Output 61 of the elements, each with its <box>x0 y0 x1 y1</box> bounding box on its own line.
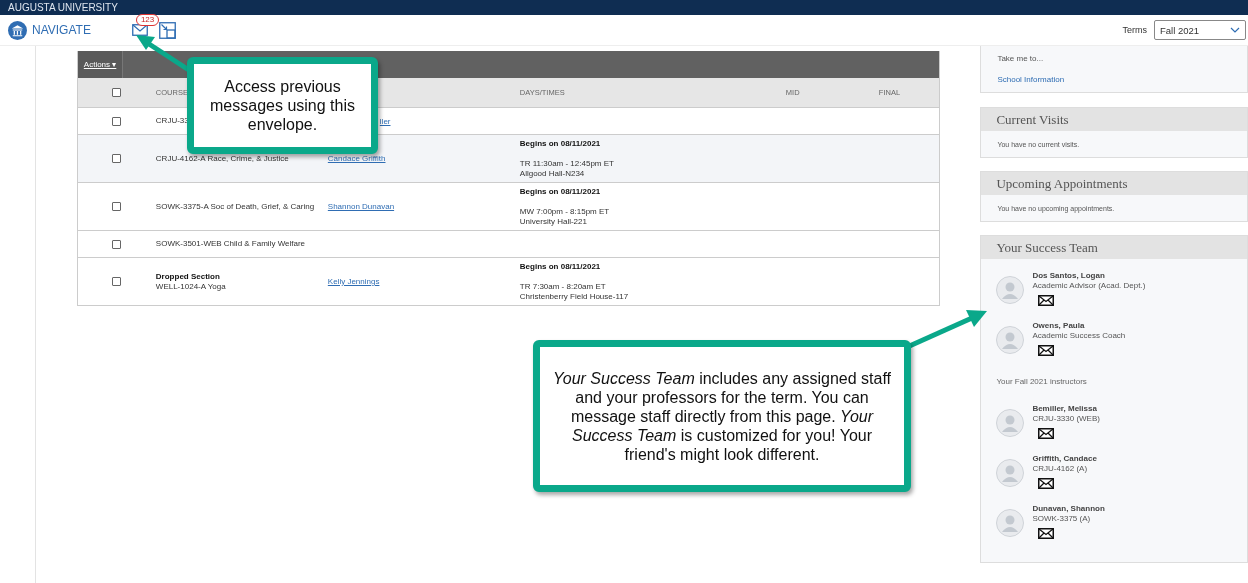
avatar-icon <box>996 409 1025 437</box>
panel-title: Upcoming Appointments <box>996 175 1128 192</box>
school-information-link[interactable]: School Information <box>997 75 1247 84</box>
chevron-down-icon <box>1230 27 1240 33</box>
select-all-checkbox[interactable] <box>112 88 122 97</box>
instructor-link[interactable]: Candace Griffith <box>327 154 386 163</box>
course-name: SOWK-3501-WEB Child & Family Welfare <box>155 239 306 249</box>
panel-title: Your Success Team <box>996 239 1098 256</box>
panel-title: Current Visits <box>996 111 1069 128</box>
avatar-icon <box>996 509 1025 537</box>
instructor-link[interactable]: Shannon Dunavan <box>327 202 395 211</box>
meeting-time: MW 7:00pm - 8:15pm ET <box>519 207 610 217</box>
avatar-icon <box>996 459 1025 487</box>
member-name: Griffith, Candace <box>1032 454 1097 464</box>
instructor-link[interactable]: Kelly Jennings <box>327 277 380 286</box>
member-role: SOWK-3375 (A) <box>1032 514 1092 524</box>
meeting-time: TR 11:30am - 12:45pm ET <box>519 159 614 169</box>
logo-icon <box>8 20 27 40</box>
mail-icon[interactable] <box>1038 428 1055 439</box>
actions-menu[interactable]: Actions ▾ <box>77 51 124 78</box>
message-count-badge: 123 <box>135 14 160 26</box>
mail-icon[interactable] <box>1038 478 1055 489</box>
member-name: Bemiller, Melissa <box>1032 404 1098 414</box>
section-status: Dropped Section <box>155 271 220 282</box>
member-role: CRJU-4162 (A) <box>1032 464 1089 474</box>
row-checkbox[interactable] <box>112 154 122 163</box>
row-checkbox[interactable] <box>112 202 122 211</box>
member-name: Dos Santos, Logan <box>1032 271 1106 281</box>
meeting-time: TR 7:30am - 8:20am ET <box>519 282 606 292</box>
university-name: AUGUSTA UNIVERSITY <box>8 2 118 13</box>
row-checkbox[interactable] <box>112 239 122 249</box>
expand-icon[interactable] <box>158 21 176 39</box>
meeting-location: University Hall-221 <box>519 217 587 227</box>
member-role: CRJU-3330 (WEB) <box>1032 414 1100 424</box>
mail-icon[interactable] <box>1038 345 1055 356</box>
terms-dropdown[interactable]: Fall 2021 <box>1154 20 1246 40</box>
mail-icon[interactable] <box>1038 528 1055 539</box>
begin-date: Begins on 08/11/2021 <box>519 139 601 149</box>
avatar-icon <box>996 276 1025 304</box>
instructors-heading: Your Fall 2021 instructors <box>996 377 1088 386</box>
brand-name[interactable]: NAVIGATE <box>32 23 91 37</box>
member-role: Academic Advisor (Acad. Dept.) <box>1032 281 1146 291</box>
callout-text: Access previous messages using this envelope. <box>209 77 356 134</box>
row-checkbox[interactable] <box>112 116 122 126</box>
take-me-to-label: Take me to... <box>997 54 1045 63</box>
terms-label: Terms <box>1122 25 1147 35</box>
member-name: Dunavan, Shannon <box>1032 504 1105 514</box>
instructor-link[interactable]: ller <box>379 116 391 126</box>
begin-date: Begins on 08/11/2021 <box>519 187 601 197</box>
begin-date: Begins on 08/11/2021 <box>519 262 601 272</box>
mail-icon[interactable] <box>1038 295 1055 306</box>
member-name: Owens, Paula <box>1032 321 1086 331</box>
member-role: Academic Success Coach <box>1032 331 1126 341</box>
row-checkbox[interactable] <box>112 277 122 286</box>
course-name: CRJU-4162-A Race, Crime, & Justice <box>155 153 289 164</box>
callout-text: Your Success Team includes any assigned staff and your professors for the term. You can message staff directly from this page. Your Success Team is customized for you! Your friend's might look different. <box>552 368 892 464</box>
avatar-icon <box>996 326 1025 354</box>
course-name: WELL-1024-A Yoga <box>155 281 226 292</box>
meeting-location: Christenberry Field House-117 <box>519 292 629 302</box>
meeting-location: Allgood Hall-N234 <box>519 169 585 179</box>
course-name: SOWK-3375-A Soc of Death, Grief, & Caring <box>155 201 315 212</box>
